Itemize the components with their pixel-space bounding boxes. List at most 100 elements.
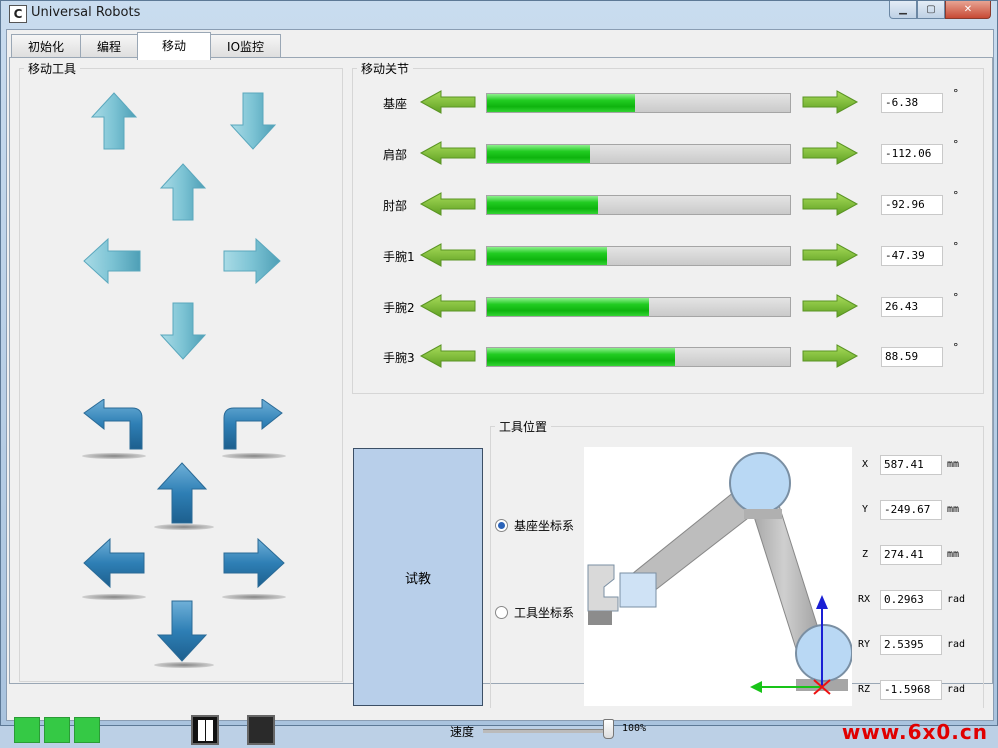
radio-unchecked-icon — [495, 606, 508, 619]
teach-button[interactable]: 试教 — [353, 448, 483, 706]
joint-decrease-button[interactable] — [419, 89, 477, 115]
joint-decrease-button[interactable] — [419, 191, 477, 217]
joint-increase-button[interactable] — [801, 293, 859, 319]
pose-value-field[interactable]: 274.41 — [880, 545, 942, 565]
robot-3d-view[interactable] — [584, 447, 853, 706]
pause-button[interactable] — [191, 715, 219, 745]
pose-value-field[interactable]: -249.67 — [880, 500, 942, 520]
green-arrow-left-icon — [419, 243, 476, 267]
green-arrow-left-icon — [419, 141, 476, 165]
translate-right-button[interactable] — [222, 237, 282, 285]
move-joints-group: 移动关节 基座 -6.38 ° 肩部 -112.06 ° 肘部 -92.96 ° 手腕1 -47.3… — [352, 60, 984, 394]
joint-increase-button[interactable] — [801, 242, 859, 268]
joint-value-field[interactable]: 88.59 — [881, 347, 943, 367]
joint-position-fill — [487, 145, 591, 163]
degree-unit: ° — [953, 87, 959, 100]
translate-backward-button[interactable] — [159, 301, 207, 361]
app-icon: C — [9, 5, 27, 23]
translate-forward-button[interactable] — [159, 162, 207, 222]
turn-left-arrow-icon — [83, 399, 143, 450]
joint-decrease-button[interactable] — [419, 293, 477, 319]
status-bar: 速度 100% www.6x0.cn — [10, 712, 996, 748]
joint-increase-button[interactable] — [801, 191, 859, 217]
rotate-left-button[interactable] — [82, 537, 146, 589]
stop-button[interactable] — [247, 715, 275, 745]
translate-left-button[interactable] — [82, 237, 142, 285]
shadow — [154, 662, 214, 668]
joint-increase-button[interactable] — [801, 89, 859, 115]
close-button[interactable]: ✕ — [945, 1, 991, 19]
arrow-up-icon — [159, 163, 207, 221]
joint-position-bar — [486, 144, 791, 164]
speed-slider[interactable] — [483, 729, 611, 733]
arrow-left-icon — [83, 537, 145, 589]
base-frame-radio[interactable]: 基座坐标系 — [495, 517, 574, 534]
tab-init[interactable]: 初始化 — [11, 34, 82, 59]
joint-value-field[interactable]: -6.38 — [881, 93, 943, 113]
joint-row: 手腕3 88.59 ° — [353, 341, 983, 371]
arrow-down-icon — [229, 92, 277, 150]
minimize-button[interactable]: ▁ — [889, 1, 917, 19]
green-arrow-right-icon — [802, 141, 859, 165]
tab-bar: 初始化 编程 移动 IO监控 — [11, 32, 282, 60]
joint-position-bar — [486, 195, 791, 215]
joint-value-field[interactable]: 26.43 — [881, 297, 943, 317]
pose-unit: mm — [947, 504, 960, 515]
rotate-right-button[interactable] — [222, 537, 286, 589]
move-tool-group: 移动工具 — [19, 60, 343, 682]
speed-slider-thumb[interactable] — [603, 719, 614, 739]
pose-axis-label: Z — [862, 549, 869, 560]
joint-position-bar — [486, 93, 791, 113]
joint-position-fill — [487, 94, 636, 112]
pose-value-field[interactable]: 0.2963 — [880, 590, 942, 610]
tab-io-monitor[interactable]: IO监控 — [210, 34, 282, 59]
tab-move[interactable]: 移动 — [137, 32, 212, 60]
rotate-ccw-button[interactable] — [82, 399, 144, 451]
translate-down-button[interactable] — [229, 91, 277, 151]
pose-unit: rad — [947, 639, 966, 650]
tab-program[interactable]: 编程 — [80, 34, 139, 59]
pose-value-field[interactable]: 587.41 — [880, 455, 942, 475]
pose-unit: rad — [947, 684, 966, 695]
green-arrow-left-icon — [419, 294, 476, 318]
pose-unit: mm — [947, 549, 960, 560]
degree-unit: ° — [953, 341, 959, 354]
joint-value-field[interactable]: -112.06 — [881, 144, 943, 164]
maximize-button[interactable]: ▢ — [917, 1, 945, 19]
pose-axis-label: X — [862, 459, 869, 470]
joint-decrease-button[interactable] — [419, 140, 477, 166]
pose-axis-label: Y — [862, 504, 869, 515]
pose-value-field[interactable]: 2.5395 — [880, 635, 942, 655]
move-tab-panel: 移动工具 移动关节 基座 -6.38 ° 肩部 -112.06 ° 肘部 -92… — [9, 57, 993, 745]
rotate-cw-button[interactable] — [222, 399, 284, 451]
joint-row: 手腕2 26.43 ° — [353, 291, 983, 321]
joint-value-field[interactable]: -92.96 — [881, 195, 943, 215]
tool-frame-radio[interactable]: 工具坐标系 — [495, 604, 574, 621]
joint-row: 肩部 -112.06 ° — [353, 138, 983, 168]
rotate-up-button[interactable] — [156, 461, 208, 525]
joint-position-fill — [487, 247, 607, 265]
joint-position-fill — [487, 348, 675, 366]
move-joints-title: 移动关节 — [357, 60, 414, 77]
joint-label: 基座 — [383, 97, 408, 111]
minimize-icon: ▁ — [899, 4, 907, 15]
green-arrow-right-icon — [802, 192, 859, 216]
pose-axis-label: RZ — [858, 684, 871, 695]
arrow-down-icon — [156, 600, 208, 662]
joint-increase-button[interactable] — [801, 140, 859, 166]
degree-unit: ° — [953, 138, 959, 151]
rotate-down-button[interactable] — [156, 599, 208, 663]
green-arrow-right-icon — [802, 344, 859, 368]
close-icon: ✕ — [963, 4, 973, 15]
green-arrow-left-icon — [419, 192, 476, 216]
joint-increase-button[interactable] — [801, 343, 859, 369]
pose-value-field[interactable]: -1.5968 — [880, 680, 942, 700]
green-arrow-left-icon — [419, 90, 476, 114]
window-title: Universal Robots — [31, 5, 141, 20]
joint-label: 手腕2 — [383, 301, 415, 315]
joint-decrease-button[interactable] — [419, 242, 477, 268]
joint-decrease-button[interactable] — [419, 343, 477, 369]
translate-up-button[interactable] — [90, 91, 138, 151]
joint-value-field[interactable]: -47.39 — [881, 246, 943, 266]
green-arrow-right-icon — [802, 294, 859, 318]
